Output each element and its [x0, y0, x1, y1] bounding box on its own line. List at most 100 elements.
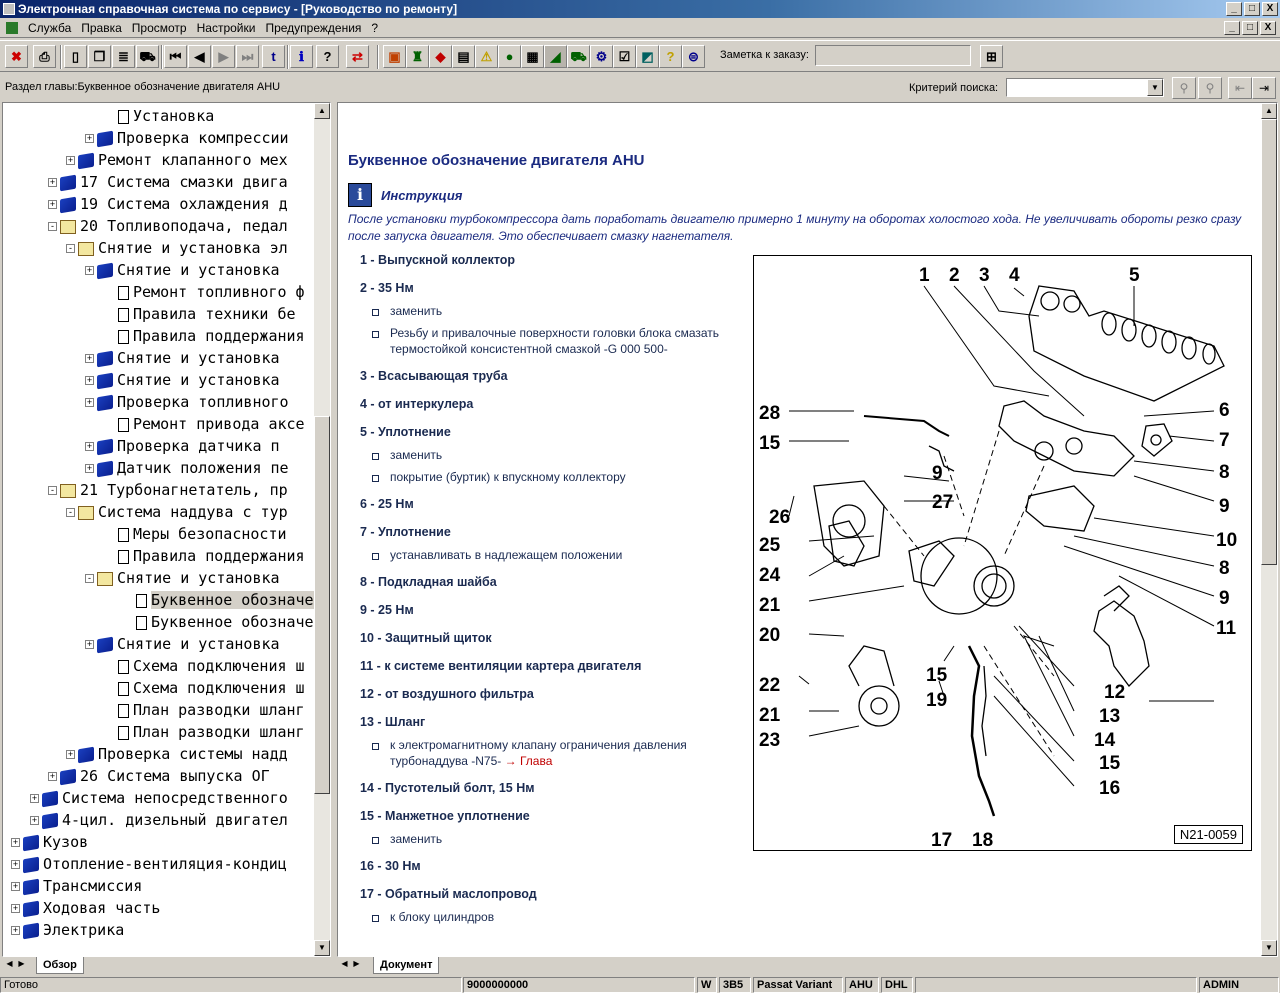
- tree-item[interactable]: + Датчик положения пе: [85, 457, 289, 479]
- up-level-icon[interactable]: t: [262, 45, 285, 68]
- switch-icon[interactable]: ⇄: [346, 45, 369, 68]
- note-input[interactable]: [815, 45, 971, 66]
- tool-3-icon[interactable]: ◆: [429, 45, 452, 68]
- tree-item[interactable]: План разводки шланг: [103, 721, 305, 743]
- tree-item[interactable]: + Кузов: [11, 831, 88, 853]
- expand-icon[interactable]: +: [30, 816, 39, 825]
- tool-8-icon[interactable]: ⚙: [590, 45, 613, 68]
- menu-settings[interactable]: Настройки: [193, 18, 260, 37]
- first-icon[interactable]: ⏮: [164, 45, 187, 68]
- search-next-icon[interactable]: ⚲: [1198, 77, 1222, 99]
- menu-help[interactable]: ?: [367, 18, 382, 37]
- tool-7-icon[interactable]: ⛟: [567, 45, 590, 68]
- doc-scroll-down-icon[interactable]: ▼: [1261, 940, 1277, 956]
- tree-item[interactable]: + Снятие и установка: [85, 259, 280, 281]
- criteria-input[interactable]: ▼: [1006, 78, 1164, 97]
- tree-item[interactable]: + Проверка системы надд: [66, 743, 288, 765]
- expand-icon[interactable]: +: [48, 178, 57, 187]
- new-doc-icon[interactable]: ▯: [64, 45, 87, 68]
- expand-icon[interactable]: +: [85, 464, 94, 473]
- tree-item[interactable]: +17 Система смазки двига: [48, 171, 288, 193]
- expand-icon[interactable]: +: [11, 838, 20, 847]
- prev-icon[interactable]: ◀: [188, 45, 211, 68]
- tool-9-icon[interactable]: ◩: [636, 45, 659, 68]
- expand-icon[interactable]: +: [11, 860, 20, 869]
- expand-icon[interactable]: +: [85, 134, 94, 143]
- expand-icon[interactable]: +: [66, 156, 75, 165]
- tree-item[interactable]: Схема подключения ш: [103, 677, 305, 699]
- tree-item[interactable]: + Снятие и установка: [85, 633, 280, 655]
- minimize-button[interactable]: _: [1226, 2, 1242, 16]
- expand-icon[interactable]: ⇥: [1252, 77, 1276, 99]
- expand-icon[interactable]: +: [11, 882, 20, 891]
- tree-item[interactable]: План разводки шланг: [103, 699, 305, 721]
- tree-item[interactable]: Меры безопасности: [103, 523, 287, 545]
- warning-icon[interactable]: ⚠: [475, 45, 498, 68]
- expand-icon[interactable]: +: [11, 926, 20, 935]
- expand-icon[interactable]: +: [11, 904, 20, 913]
- close-button[interactable]: X: [1262, 2, 1278, 16]
- tree-item[interactable]: Схема подключения ш: [103, 655, 305, 677]
- tree-item[interactable]: + Ходовая часть: [11, 897, 160, 919]
- tree-item[interactable]: Правила техники бе: [103, 303, 296, 325]
- tree-item[interactable]: Правила поддержания: [103, 545, 305, 567]
- tree-item[interactable]: + Электрика: [11, 919, 124, 941]
- tree-item[interactable]: +4-цил. дизельный двигател: [30, 809, 288, 831]
- tab-prev-icon[interactable]: ◀: [4, 958, 15, 972]
- info-icon[interactable]: ℹ: [290, 45, 313, 68]
- tree-item[interactable]: Буквенное обозначе: [121, 611, 314, 633]
- tree-item[interactable]: Ремонт топливного ф: [103, 281, 305, 303]
- expand-icon[interactable]: +: [85, 354, 94, 363]
- tool-2-icon[interactable]: ♜: [406, 45, 429, 68]
- maximize-button[interactable]: □: [1244, 2, 1260, 16]
- expand-icon[interactable]: +: [85, 398, 94, 407]
- tab-next-icon[interactable]: ▶: [16, 958, 27, 972]
- tree-item[interactable]: - Снятие и установка: [85, 567, 280, 589]
- chevron-down-icon[interactable]: ▼: [1147, 79, 1163, 96]
- tree-item[interactable]: + Проверка компрессии: [85, 127, 289, 149]
- mdi-minimize-button[interactable]: _: [1224, 21, 1240, 35]
- tree-item[interactable]: + Снятие и установка: [85, 369, 280, 391]
- tree-item[interactable]: - Система наддува с тур: [66, 501, 288, 523]
- tree-item[interactable]: Буквенное обозначе: [121, 589, 314, 611]
- expand-icon[interactable]: +: [85, 266, 94, 275]
- doc-tab-next-icon[interactable]: ▶: [351, 958, 362, 972]
- tab-overview[interactable]: Обзор: [36, 957, 84, 974]
- doc-scroll-up-icon[interactable]: ▲: [1261, 103, 1277, 119]
- last-icon[interactable]: ⏭: [236, 45, 259, 68]
- collapse-icon[interactable]: -: [66, 508, 75, 517]
- tree-item[interactable]: + Проверка топливного: [85, 391, 289, 413]
- expand-icon[interactable]: +: [85, 640, 94, 649]
- search-icon[interactable]: ⚲: [1172, 77, 1196, 99]
- scroll-thumb[interactable]: [314, 416, 330, 794]
- expand-icon[interactable]: +: [48, 772, 57, 781]
- tree-item[interactable]: - Снятие и установка эл: [66, 237, 288, 259]
- expand-icon[interactable]: +: [85, 376, 94, 385]
- tree-item[interactable]: + Трансмиссия: [11, 875, 142, 897]
- globe-icon[interactable]: ●: [498, 45, 521, 68]
- collapse-icon[interactable]: -: [48, 486, 57, 495]
- tool-10-icon[interactable]: ⊜: [682, 45, 705, 68]
- print-icon[interactable]: ⎙: [33, 45, 56, 68]
- checklist-icon[interactable]: ☑: [613, 45, 636, 68]
- note-action-icon[interactable]: ⊞: [980, 45, 1003, 68]
- notes-icon[interactable]: ≣: [112, 45, 135, 68]
- tree-item[interactable]: + Система непосредственного: [30, 787, 288, 809]
- mdi-close-button[interactable]: X: [1260, 21, 1276, 35]
- mdi-maximize-button[interactable]: □: [1242, 21, 1258, 35]
- tree-item[interactable]: + Отопление-вентиляция-кондиц: [11, 853, 287, 875]
- menu-service[interactable]: Служба: [24, 18, 75, 37]
- tree-item[interactable]: +26 Система выпуска ОГ: [48, 765, 270, 787]
- tree-scrollbar[interactable]: ▲ ▼: [314, 103, 330, 956]
- help-icon[interactable]: ?: [316, 45, 339, 68]
- tree-item[interactable]: Правила поддержания: [103, 325, 305, 347]
- expand-icon[interactable]: +: [66, 750, 75, 759]
- expand-icon[interactable]: +: [85, 442, 94, 451]
- scroll-up-icon[interactable]: ▲: [314, 103, 330, 119]
- collapse-icon[interactable]: -: [85, 574, 94, 583]
- chapter-link[interactable]: → Глава: [505, 754, 553, 768]
- tree-item[interactable]: Установка: [103, 105, 214, 127]
- tab-document[interactable]: Документ: [373, 957, 440, 974]
- tree-item[interactable]: - 20 Топливоподача, педал: [48, 215, 288, 237]
- tree-item[interactable]: + Снятие и установка: [85, 347, 280, 369]
